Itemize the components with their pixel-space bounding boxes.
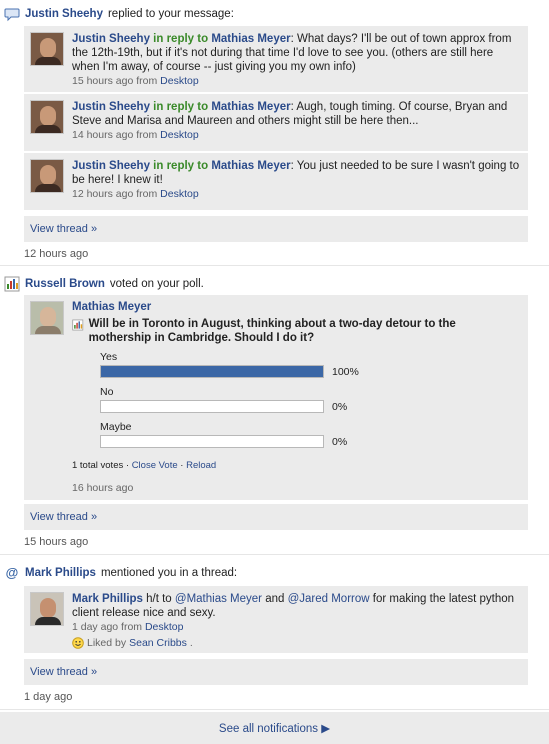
notification-mention: @ Mark Phillips mentioned you in a threa…	[0, 556, 549, 710]
sender-name[interactable]: Justin Sheehy	[72, 160, 150, 172]
message-item: Justin Sheehy in reply to Mathias Meyer:…	[24, 94, 528, 153]
poll-bar	[100, 400, 324, 413]
avatar[interactable]	[30, 32, 64, 66]
reload-link[interactable]: Reload	[186, 460, 216, 471]
poll-options: Yes 100% No 0% Maybe 0%	[100, 351, 520, 448]
message-item: Justin Sheehy in reply to Mathias Meyer:…	[24, 26, 528, 94]
message-time: 12 hours ago from	[72, 188, 158, 200]
poll-time: 16 hours ago	[72, 482, 134, 494]
source-link[interactable]: Desktop	[160, 129, 199, 141]
notification-poll: Russell Brown voted on your poll. Mathia…	[0, 267, 549, 555]
view-thread-bar: View thread »	[24, 504, 528, 530]
at-mention-icon: @	[5, 565, 19, 580]
smiley-icon	[72, 637, 84, 649]
message-item: Mark Phillips h/t to @Mathias Meyer and …	[24, 586, 528, 654]
actor-name[interactable]: Mark Phillips	[25, 567, 96, 579]
notification-header: Justin Sheehy replied to your message:	[4, 6, 234, 22]
footer-bar: See all notifications ▶	[0, 712, 549, 744]
notification-header: Russell Brown voted on your poll.	[4, 276, 204, 292]
poll-option-label: Yes	[100, 351, 118, 363]
poll-bar	[100, 365, 324, 378]
poll-controls: 1 total votes · Close Vote · Reload	[72, 460, 217, 471]
reply-card: Justin Sheehy in reply to Mathias Meyer:…	[24, 26, 528, 213]
message-time: 14 hours ago from	[72, 129, 158, 141]
liked-by-row: Liked by Sean Cribbs.	[72, 636, 520, 650]
poll-bar	[100, 435, 324, 448]
avatar[interactable]	[30, 301, 64, 335]
avatar[interactable]	[30, 100, 64, 134]
message-meta: 14 hours ago from Desktop	[72, 128, 520, 142]
view-thread-bar: View thread »	[24, 659, 528, 685]
reply-target-name[interactable]: Mathias Meyer	[211, 160, 290, 172]
sender-name[interactable]: Justin Sheehy	[72, 33, 150, 45]
source-link[interactable]: Desktop	[160, 75, 199, 87]
actor-name[interactable]: Justin Sheehy	[25, 8, 103, 20]
in-reply-to-label: in reply to	[153, 160, 209, 172]
poll-percent: 0%	[332, 400, 348, 413]
message-meta: 1 day ago from Desktop	[72, 620, 520, 634]
source-link[interactable]: Desktop	[145, 621, 184, 633]
mention-link[interactable]: @Mathias Meyer	[175, 593, 262, 605]
notification-reply: Justin Sheehy replied to your message: J…	[0, 0, 549, 266]
mention-link[interactable]: @Jared Morrow	[288, 593, 370, 605]
reply-target-name[interactable]: Mathias Meyer	[211, 33, 290, 45]
sender-name[interactable]: Justin Sheehy	[72, 101, 150, 113]
liked-by-label: Liked by	[87, 637, 127, 649]
reply-target-name[interactable]: Mathias Meyer	[211, 101, 290, 113]
in-reply-to-label: in reply to	[153, 101, 209, 113]
view-thread-link[interactable]: View thread »	[30, 666, 97, 678]
view-thread-bar: View thread »	[24, 216, 528, 242]
poll-option-label: No	[100, 386, 114, 398]
message-item: Justin Sheehy in reply to Mathias Meyer:…	[24, 153, 528, 212]
see-all-notifications-link[interactable]: See all notifications ▶	[219, 723, 330, 735]
close-vote-link[interactable]: Close Vote	[132, 460, 178, 471]
view-thread-link[interactable]: View thread »	[30, 511, 97, 523]
actor-name[interactable]: Russell Brown	[25, 278, 105, 290]
message-meta: 15 hours ago from Desktop	[72, 74, 520, 88]
poll-option-label: Maybe	[100, 421, 132, 433]
speech-bubble-icon	[4, 8, 20, 22]
poll-percent: 0%	[332, 435, 348, 448]
poll-bar-fill	[101, 366, 323, 377]
message-text: and	[262, 593, 288, 605]
notification-header: @ Mark Phillips mentioned you in a threa…	[4, 565, 237, 580]
sender-name[interactable]: Mark Phillips	[72, 593, 143, 605]
message-text: h/t to	[142, 593, 175, 605]
total-votes: 1 total votes	[72, 460, 124, 471]
message-time: 15 hours ago from	[72, 75, 158, 87]
liked-by-suffix: .	[189, 637, 193, 649]
poll-chart-icon	[72, 319, 84, 331]
view-thread-link[interactable]: View thread »	[30, 223, 97, 235]
avatar[interactable]	[30, 159, 64, 193]
message-meta: 12 hours ago from Desktop	[72, 187, 520, 201]
notification-time: 12 hours ago	[24, 248, 89, 260]
notification-time: 15 hours ago	[24, 536, 89, 548]
action-text: voted on your poll.	[109, 278, 204, 290]
message-time: 1 day ago from	[72, 621, 143, 633]
action-text: mentioned you in a thread:	[100, 566, 238, 579]
poll-card: Mathias Meyer Will be in Toronto in Augu…	[24, 295, 528, 501]
notification-time: 1 day ago	[24, 691, 73, 703]
liked-by-user[interactable]: Sean Cribbs	[129, 636, 187, 650]
mention-card: Mark Phillips h/t to @Mathias Meyer and …	[24, 586, 528, 654]
in-reply-to-label: in reply to	[153, 33, 209, 45]
source-link[interactable]: Desktop	[160, 188, 199, 200]
poll-chart-icon	[4, 276, 20, 292]
avatar[interactable]	[30, 592, 64, 626]
poll-percent: 100%	[332, 365, 359, 378]
poll-question: Will be in Toronto in August, thinking a…	[88, 318, 456, 344]
poll-author[interactable]: Mathias Meyer	[72, 301, 520, 313]
action-text: replied to your message:	[107, 8, 234, 20]
